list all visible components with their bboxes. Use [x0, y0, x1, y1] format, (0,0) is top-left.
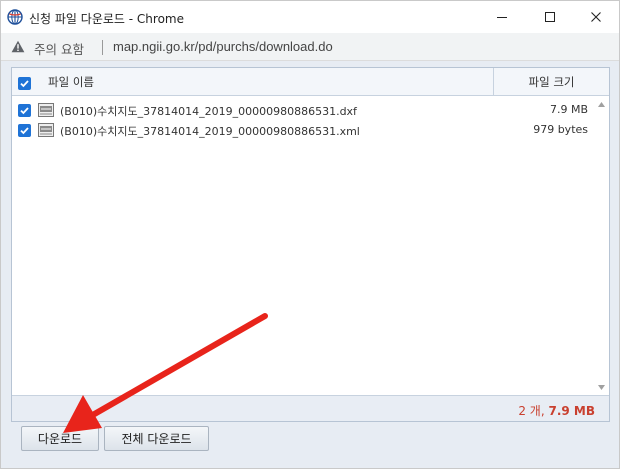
- file-count: 2 개,: [518, 404, 545, 418]
- row-checkbox[interactable]: [18, 124, 31, 137]
- security-warning-label[interactable]: 주의 요함: [34, 39, 84, 58]
- file-row[interactable]: (B010)수치지도_37814014_2019_00000980886531.…: [12, 120, 594, 140]
- close-icon: [591, 12, 601, 22]
- row-checkbox[interactable]: [18, 104, 31, 117]
- column-header-size[interactable]: 파일 크기: [494, 68, 609, 96]
- minimize-button[interactable]: [479, 1, 525, 33]
- scroll-down-icon: [598, 385, 605, 390]
- window-title: 신청 파일 다운로드 - Chrome: [29, 12, 184, 26]
- checkmark-icon: [20, 107, 29, 115]
- download-button[interactable]: 다운로드: [21, 426, 99, 451]
- file-icon: [38, 103, 54, 117]
- scroll-up-button[interactable]: [594, 97, 609, 112]
- file-row[interactable]: (B010)수치지도_37814014_2019_00000980886531.…: [12, 100, 594, 120]
- file-icon: [38, 123, 54, 137]
- checkmark-icon: [20, 127, 29, 135]
- file-name: (B010)수치지도_37814014_2019_00000980886531.…: [60, 105, 357, 118]
- maximize-icon: [545, 12, 555, 22]
- select-all-checkbox[interactable]: [18, 77, 31, 90]
- file-name: (B010)수치지도_37814014_2019_00000980886531.…: [60, 125, 360, 138]
- chrome-popup-window: 신청 파일 다운로드 - Chrome 주의 요함 map.ngii.go.kr…: [0, 0, 620, 469]
- close-button[interactable]: [573, 1, 619, 33]
- globe-icon: [7, 9, 23, 25]
- download-all-button[interactable]: 전체 다운로드: [104, 426, 209, 451]
- file-grid: 파일 이름 파일 크기 (B010)수치지도_37814014_2019_000…: [11, 67, 610, 422]
- vertical-scrollbar[interactable]: [594, 97, 609, 395]
- total-size: 7.9 MB: [548, 404, 595, 418]
- grid-header: 파일 이름 파일 크기: [12, 68, 609, 96]
- maximize-button[interactable]: [527, 1, 573, 33]
- checkmark-icon: [20, 80, 29, 88]
- grid-footer: 2 개, 7.9 MB: [12, 395, 609, 421]
- address-bar[interactable]: 주의 요함 map.ngii.go.kr/pd/purchs/download.…: [1, 33, 619, 61]
- scroll-up-icon: [598, 102, 605, 107]
- column-header-name[interactable]: 파일 이름: [38, 68, 94, 96]
- url-text[interactable]: map.ngii.go.kr/pd/purchs/download.do: [113, 39, 333, 54]
- url-separator: [102, 40, 103, 55]
- download-dialog-body: 파일 이름 파일 크기 (B010)수치지도_37814014_2019_000…: [1, 61, 619, 468]
- download-summary: 2 개, 7.9 MB: [518, 402, 595, 419]
- minimize-icon: [497, 17, 507, 18]
- warning-triangle-icon[interactable]: [11, 40, 25, 53]
- scroll-down-button[interactable]: [594, 380, 609, 395]
- title-bar: 신청 파일 다운로드 - Chrome: [1, 1, 619, 33]
- file-size: 979 bytes: [533, 123, 588, 136]
- file-size: 7.9 MB: [549, 103, 588, 116]
